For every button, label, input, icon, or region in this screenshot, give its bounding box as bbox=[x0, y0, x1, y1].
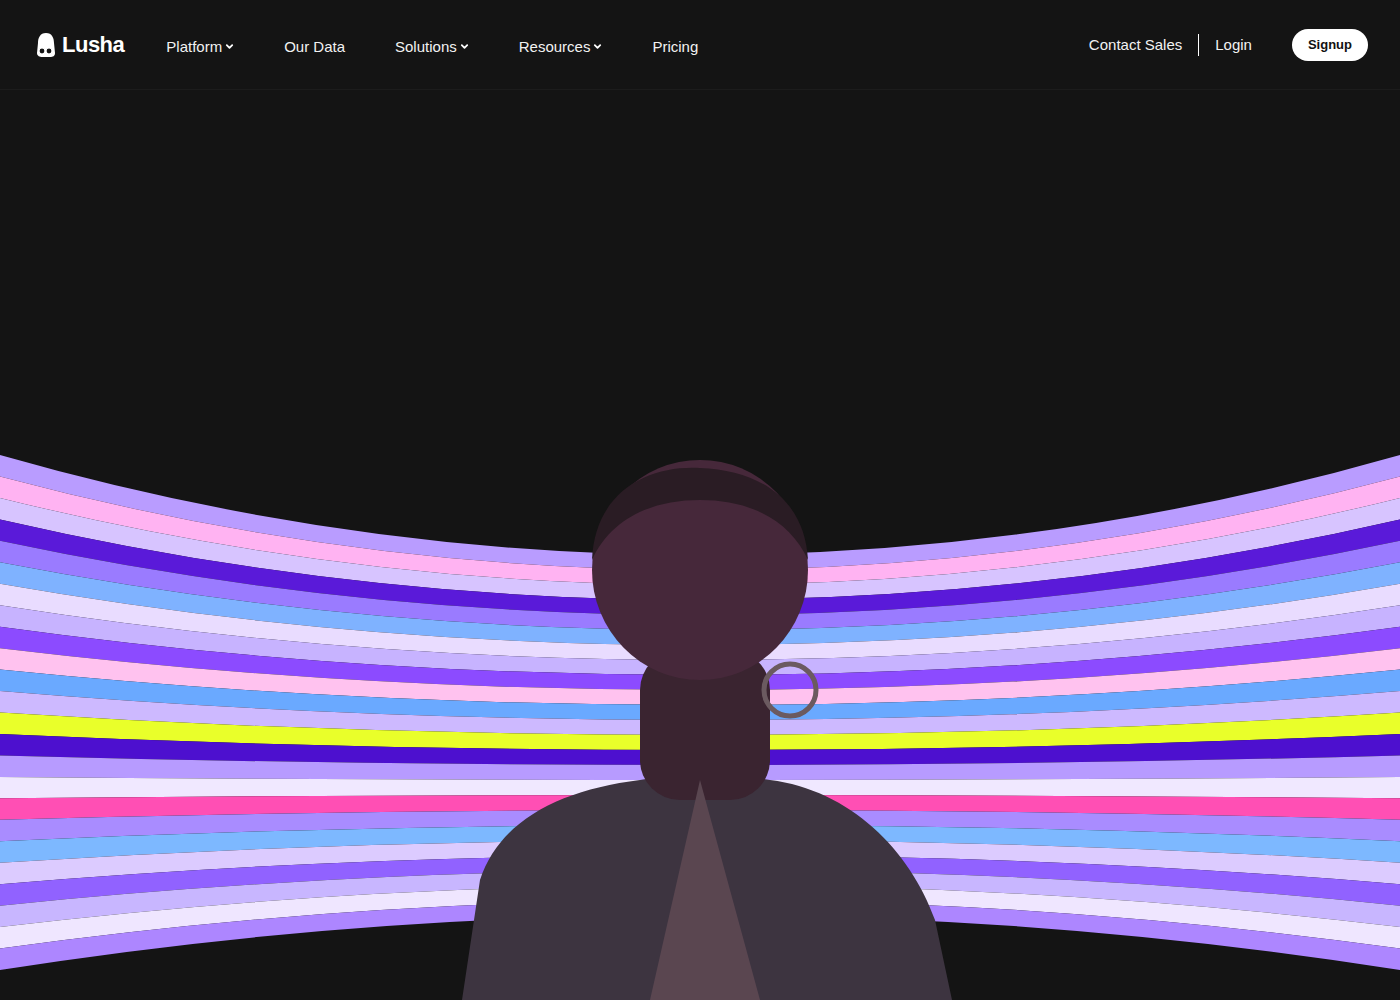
nav-item[interactable]: Pricing bbox=[652, 34, 698, 55]
logo[interactable]: Lusha bbox=[34, 31, 124, 59]
nav-item[interactable]: Our Data bbox=[284, 34, 345, 55]
nav-item-label: Platform bbox=[166, 38, 222, 55]
nav-menu: Platform Our Data Solutions Resources Pricin… bbox=[166, 34, 698, 55]
nav-right: Contact Sales Login Signup bbox=[1089, 29, 1368, 61]
chevron-down-icon bbox=[593, 42, 602, 51]
nav-item[interactable]: Platform bbox=[166, 34, 234, 55]
nav-item[interactable]: Solutions bbox=[395, 34, 469, 55]
nav-item-label: Our Data bbox=[284, 38, 345, 55]
chevron-down-icon bbox=[225, 42, 234, 51]
nav-left: LushaPlatformOur DataSolutionsResourcesP… bbox=[34, 31, 698, 59]
nav-item-label: Resources bbox=[519, 38, 591, 55]
hero-image bbox=[0, 90, 1400, 1000]
login-link[interactable]: Login bbox=[1215, 36, 1252, 53]
chevron-down-icon bbox=[460, 42, 469, 51]
top-nav: LushaPlatformOur DataSolutionsResourcesP… bbox=[0, 0, 1400, 90]
hero bbox=[0, 90, 1400, 1000]
contact-sales-link[interactable]: Contact Sales bbox=[1089, 36, 1182, 53]
nav-item-label: Solutions bbox=[395, 38, 457, 55]
signup-button[interactable]: Signup bbox=[1292, 29, 1368, 61]
nav-item[interactable]: Resources bbox=[519, 34, 603, 55]
divider bbox=[1198, 34, 1199, 56]
logo-text: Lusha bbox=[62, 32, 124, 58]
lusha-logo-icon bbox=[34, 31, 58, 59]
nav-item-label: Pricing bbox=[652, 38, 698, 55]
